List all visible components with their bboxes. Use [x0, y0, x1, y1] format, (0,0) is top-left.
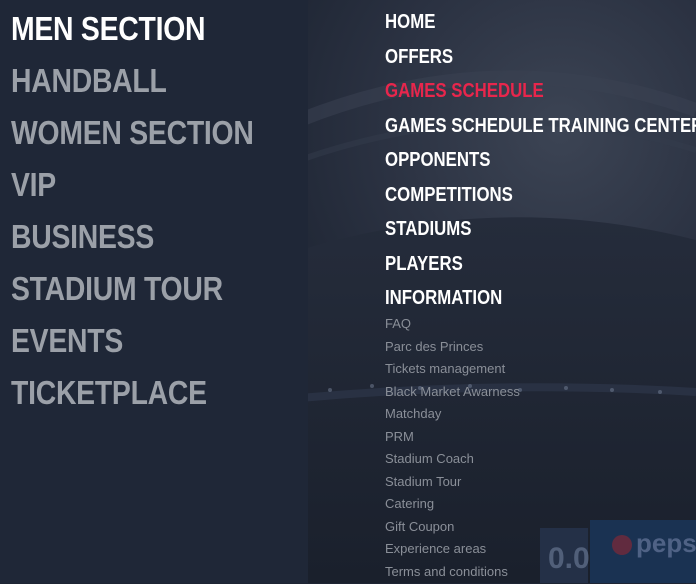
menu-item-home[interactable]: HOME — [385, 8, 696, 43]
scoreboard-text: 0.0 — [548, 542, 590, 575]
section-business[interactable]: BUSINESS — [11, 215, 254, 267]
info-link-matchday[interactable]: Matchday — [385, 404, 520, 427]
info-link-parc-des-princes[interactable]: Parc des Princes — [385, 337, 520, 360]
menu-item-games-schedule[interactable]: GAMES SCHEDULE — [385, 77, 696, 112]
section-sidebar: MEN SECTION HANDBALL WOMEN SECTION VIP B… — [0, 0, 308, 583]
info-link-experience-areas[interactable]: Experience areas — [385, 539, 520, 562]
section-men[interactable]: MEN SECTION — [11, 7, 254, 59]
menu-item-stadiums[interactable]: STADIUMS — [385, 215, 696, 250]
info-link-catering[interactable]: Catering — [385, 494, 520, 517]
info-link-stadium-tour[interactable]: Stadium Tour — [385, 472, 520, 495]
information-submenu: FAQ Parc des Princes Tickets management … — [385, 314, 520, 584]
section-events[interactable]: EVENTS — [11, 319, 254, 371]
menu-item-training-center[interactable]: GAMES SCHEDULE TRAINING CENTER'S — [385, 112, 696, 147]
menu-item-players[interactable]: PLAYERS — [385, 250, 696, 285]
section-handball[interactable]: HANDBALL — [11, 59, 254, 111]
info-link-black-market[interactable]: Black Market Awarness — [385, 382, 520, 405]
section-women[interactable]: WOMEN SECTION — [11, 111, 254, 163]
sponsor-text: peps — [636, 528, 696, 558]
main-menu: HOME OFFERS GAMES SCHEDULE GAMES SCHEDUL… — [385, 8, 696, 319]
info-link-terms[interactable]: Terms and conditions — [385, 562, 520, 584]
info-link-prm[interactable]: PRM — [385, 427, 520, 450]
info-link-stadium-coach[interactable]: Stadium Coach — [385, 449, 520, 472]
menu-item-competitions[interactable]: COMPETITIONS — [385, 181, 696, 216]
section-stadium-tour[interactable]: STADIUM TOUR — [11, 267, 254, 319]
info-link-gift-coupon[interactable]: Gift Coupon — [385, 517, 520, 540]
info-link-faq[interactable]: FAQ — [385, 314, 520, 337]
menu-item-offers[interactable]: OFFERS — [385, 43, 696, 78]
menu-item-opponents[interactable]: OPPONENTS — [385, 146, 696, 181]
section-vip[interactable]: VIP — [11, 163, 254, 215]
info-link-tickets-management[interactable]: Tickets management — [385, 359, 520, 382]
section-ticketplace[interactable]: TICKETPLACE — [11, 371, 254, 423]
section-list: MEN SECTION HANDBALL WOMEN SECTION VIP B… — [11, 7, 293, 423]
